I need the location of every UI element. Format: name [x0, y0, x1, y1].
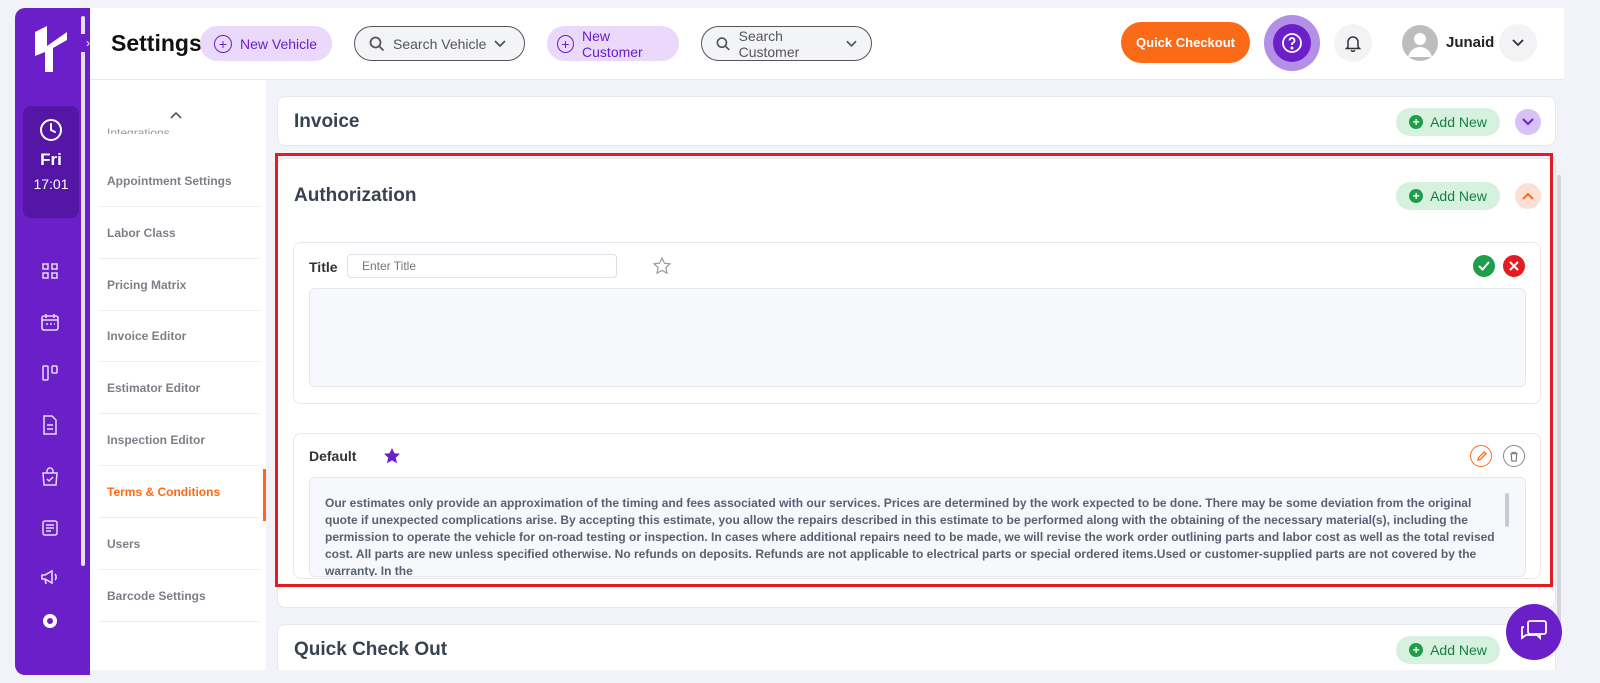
help-button[interactable]	[1264, 15, 1320, 71]
new-vehicle-label: New Vehicle	[240, 35, 318, 52]
chat-icon	[1521, 620, 1547, 641]
new-vehicle-button[interactable]: + New Vehicle	[200, 26, 332, 61]
cancel-close-icon[interactable]	[1503, 255, 1525, 277]
bag-icon[interactable]	[39, 466, 61, 488]
subnav-item-terms-conditions[interactable]: Terms & Conditions	[99, 466, 259, 518]
search-icon	[369, 36, 385, 51]
avatar[interactable]	[1402, 25, 1438, 61]
search-icon	[716, 36, 730, 51]
quick-check-out-section: Quick Check Out + Add New	[277, 624, 1556, 670]
authorization-add-new-button[interactable]: + Add New	[1396, 182, 1500, 210]
subnav-item-appointment-settings[interactable]: Appointment Settings	[99, 155, 259, 207]
clock-icon	[23, 118, 79, 142]
search-vehicle-dropdown[interactable]: Search Vehicle	[354, 26, 525, 61]
title-label: Title	[309, 259, 338, 275]
page-scrollbar[interactable]	[1557, 175, 1561, 625]
search-vehicle-label: Search Vehicle	[393, 35, 487, 52]
quick-check-out-add-new-button[interactable]: + Add New	[1396, 636, 1500, 664]
plus-icon: +	[1409, 189, 1424, 203]
search-customer-label: Search Customer	[738, 27, 800, 60]
settings-icon[interactable]	[39, 610, 61, 632]
subnav-item-estimator-editor[interactable]: Estimator Editor	[99, 362, 259, 414]
quick-checkout-button[interactable]: Quick Checkout	[1121, 22, 1250, 63]
dashboard-icon[interactable]	[39, 260, 61, 282]
quick-check-out-title: Quick Check Out	[294, 639, 448, 660]
new-customer-label: New Customer	[582, 27, 643, 60]
invoice-title: Invoice	[294, 111, 360, 132]
add-new-label: Add New	[1430, 642, 1487, 658]
search-customer-dropdown[interactable]: Search Customer	[701, 26, 872, 61]
megaphone-icon[interactable]	[39, 566, 61, 588]
favorite-star-filled-icon[interactable]	[381, 445, 403, 467]
rail-scrollbar[interactable]	[81, 16, 85, 566]
notifications-button[interactable]	[1334, 24, 1372, 62]
settings-subnav: Integrations Appointment Settings Labor …	[90, 80, 266, 670]
subnav-item-integrations[interactable]: Integrations	[107, 126, 170, 134]
plus-circle-icon: +	[214, 34, 232, 53]
help-icon	[1273, 24, 1311, 62]
left-rail: › Fri 17:01	[15, 8, 95, 675]
default-terms-body: Our estimates only provide an approximat…	[325, 496, 1495, 577]
receipt-icon[interactable]	[39, 517, 61, 539]
bell-icon	[1344, 36, 1362, 52]
default-terms-title: Default	[309, 448, 357, 464]
favorite-star-icon[interactable]	[651, 255, 673, 277]
clock-widget: Fri 17:01	[23, 106, 79, 218]
default-terms-text: Our estimates only provide an approximat…	[309, 477, 1526, 577]
subnav-item-labor-class[interactable]: Labor Class	[99, 207, 259, 259]
invoice-add-new-button[interactable]: + Add New	[1396, 108, 1500, 136]
invoice-expand-toggle[interactable]	[1515, 109, 1541, 135]
subnav-item-invoice-editor[interactable]: Invoice Editor	[99, 310, 259, 362]
new-terms-form: Title	[293, 242, 1541, 404]
subnav-item-pricing-matrix[interactable]: Pricing Matrix	[99, 259, 259, 311]
brand-logo[interactable]	[31, 22, 71, 74]
save-check-icon[interactable]	[1473, 255, 1495, 277]
authorization-title: Authorization	[294, 185, 417, 206]
add-new-label: Add New	[1430, 188, 1487, 204]
terms-body-textarea[interactable]	[309, 288, 1526, 387]
invoice-section: Invoice + Add New	[277, 96, 1556, 146]
user-name[interactable]: Junaid	[1446, 34, 1494, 51]
plus-icon: +	[1409, 115, 1424, 129]
authorization-collapse-toggle[interactable]	[1515, 183, 1541, 209]
title-input[interactable]	[347, 254, 617, 278]
chat-support-button[interactable]	[1506, 604, 1562, 660]
plus-circle-icon: +	[557, 34, 575, 53]
current-day: Fri	[40, 150, 62, 169]
subnav-item-inspection-editor[interactable]: Inspection Editor	[99, 414, 259, 466]
chevron-down-icon	[494, 39, 507, 47]
default-terms-entry: Default Our estimates only provide an ap…	[293, 433, 1541, 579]
user-icon	[1408, 33, 1432, 57]
user-menu-button[interactable]	[1499, 24, 1537, 62]
subnav-item-users[interactable]: Users	[99, 518, 259, 570]
edit-pencil-icon[interactable]	[1470, 445, 1492, 467]
add-new-label: Add New	[1430, 114, 1487, 130]
chevron-down-icon	[1512, 39, 1524, 47]
plus-icon: +	[1409, 643, 1424, 657]
board-icon[interactable]	[39, 362, 61, 384]
top-header: Settings + New Vehicle Search Vehicle + …	[90, 8, 1564, 80]
chevron-up-icon	[1522, 192, 1534, 200]
page-title: Settings	[111, 30, 202, 56]
main-content: Invoice + Add New Authorization + Add Ne…	[266, 80, 1564, 670]
chevron-up-icon[interactable]	[170, 106, 182, 122]
subnav-item-barcode-settings[interactable]: Barcode Settings	[99, 570, 259, 622]
current-time: 17:01	[33, 176, 69, 192]
chevron-down-icon	[1522, 118, 1534, 126]
calendar-icon[interactable]	[39, 311, 61, 333]
chevron-down-icon	[846, 40, 857, 47]
terms-text-scrollbar[interactable]	[1505, 493, 1509, 527]
new-customer-button[interactable]: + New Customer	[547, 26, 679, 61]
delete-trash-icon[interactable]	[1503, 445, 1525, 467]
document-icon[interactable]	[39, 414, 61, 436]
